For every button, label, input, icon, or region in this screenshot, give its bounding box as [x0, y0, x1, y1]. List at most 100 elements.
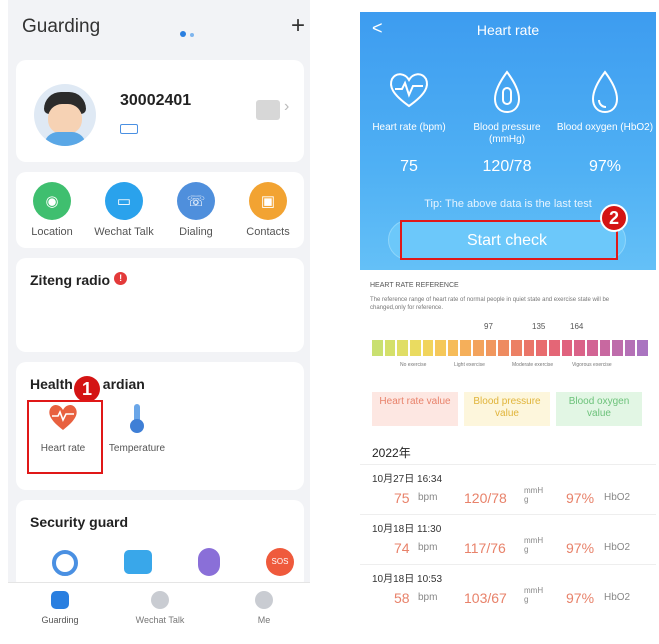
contacts-button[interactable]: ▣ Contacts — [232, 182, 304, 238]
wechat-talk-label: Wechat Talk — [94, 226, 154, 238]
record-ox-unit: HbO2 — [604, 492, 631, 503]
record-blood-oxygen: 97% — [566, 540, 595, 556]
page-indicator — [180, 24, 198, 42]
zone-label: Vigorous exercise — [572, 362, 612, 368]
guarding-screen: Guarding + 30002401 › ◉ Location ▭ Wecha… — [8, 0, 310, 644]
record-row[interactable]: 74 bpm 117/76 mmH g 97% HbO2 — [360, 536, 656, 560]
blood-pressure-metric-label: Blood pressure (mmHg) — [473, 122, 541, 145]
health-title-part2: ardian — [102, 376, 145, 392]
temperature-button[interactable]: Temperature — [102, 402, 172, 454]
health-title-part1: Health — [30, 376, 73, 392]
quick-actions-card: ◉ Location ▭ Wechat Talk ☏ Dialing ▣ Con… — [16, 172, 304, 248]
reference-description: The reference range of heart rate of nor… — [370, 297, 610, 311]
wechat-tab-icon — [151, 591, 169, 609]
radio-card[interactable]: Ziteng radio! — [16, 258, 304, 352]
tab-guarding[interactable]: Guarding — [20, 591, 100, 625]
contacts-label: Contacts — [246, 226, 290, 238]
record-heart-rate: 74 — [394, 540, 410, 556]
health-guardian-card: Health ardian 1 Heart rate Temperature — [16, 362, 304, 490]
heart-rate-metric: Heart rate (bpm) 75 — [360, 70, 458, 176]
record-date: 10月18日 10:53 — [372, 574, 443, 585]
notification-badge: ! — [114, 272, 128, 285]
record-ox-unit: HbO2 — [604, 592, 631, 603]
step-marker-2: 2 — [600, 204, 628, 232]
wechat-talk-button[interactable]: ▭ Wechat Talk — [88, 182, 160, 238]
highlight-box-2 — [400, 220, 618, 260]
zone-label: Moderate exercise — [512, 362, 554, 368]
blood-pressure-metric-value: 120/78 — [482, 158, 532, 175]
tab-guarding-label: Guarding — [41, 615, 79, 625]
phone-icon: ☏ — [177, 182, 215, 220]
qr-card-icon[interactable] — [256, 100, 280, 120]
zone-label: Light exercise — [454, 362, 485, 368]
blood-pressure-icon — [493, 70, 521, 114]
contacts-icon: ▣ — [249, 182, 287, 220]
step-marker-1: 1 — [74, 376, 100, 402]
reference-heading: HEART RATE REFERENCE — [370, 282, 459, 289]
record-bp-unit: mmH g — [524, 586, 544, 604]
blood-oxygen-metric: Blood oxygen (HbO2) 97% — [556, 70, 654, 176]
record-blood-pressure: 120/78 — [464, 490, 507, 506]
me-tab-icon — [255, 591, 273, 609]
sos-icon[interactable]: SOS — [266, 548, 294, 576]
dialing-button[interactable]: ☏ Dialing — [160, 182, 232, 238]
microphone-icon[interactable] — [198, 548, 220, 576]
legend-blood-oxygen: Blood oxygen value — [556, 392, 642, 426]
legend-heart-rate: Heart rate value — [372, 392, 458, 426]
radio-title: Ziteng radio! — [30, 272, 128, 288]
record-blood-oxygen: 97% — [566, 590, 595, 606]
chevron-right-icon[interactable]: › — [284, 98, 289, 116]
tab-wechat-label: Wechat Talk — [135, 615, 185, 625]
tab-bar: Guarding Wechat Talk Me — [8, 582, 310, 644]
record-bp-unit: mmH g — [524, 486, 544, 504]
camera-icon[interactable] — [124, 550, 152, 574]
reference-tick: 135 — [532, 322, 546, 331]
record-hr-unit: bpm — [418, 592, 438, 603]
guarding-tab-icon — [51, 591, 69, 609]
radio-title-text: Ziteng radio — [30, 272, 111, 288]
heart-outline-icon — [390, 73, 428, 108]
record-date: 10月18日 11:30 — [372, 524, 442, 535]
guarding-header: Guarding + — [8, 0, 310, 56]
location-button[interactable]: ◉ Location — [16, 182, 88, 238]
heart-rate-metric-label: Heart rate (bpm) — [372, 122, 446, 133]
location-icon: ◉ — [33, 182, 71, 220]
security-guard-title: Security guard — [30, 514, 129, 530]
thermometer-icon — [130, 404, 144, 433]
record-row[interactable]: 75 bpm 120/78 mmH g 97% HbO2 — [360, 486, 656, 510]
record-blood-oxygen: 97% — [566, 490, 595, 506]
add-icon[interactable]: + — [291, 12, 305, 40]
reference-tick: 97 — [484, 322, 493, 331]
record-date: 10月27日 16:34 — [372, 474, 443, 485]
record-row[interactable]: 58 bpm 103/67 mmH g 97% HbO2 — [360, 586, 656, 610]
dialing-label: Dialing — [179, 226, 213, 238]
location-label: Location — [31, 226, 73, 238]
record-blood-pressure: 117/76 — [464, 540, 506, 556]
blood-oxygen-metric-label: Blood oxygen (HbO2) — [556, 122, 654, 133]
page-title: Guarding — [22, 16, 101, 37]
heart-rate-reference: HEART RATE REFERENCE The reference range… — [360, 270, 656, 390]
blood-pressure-metric: Blood pressure (mmHg) 120/78 — [458, 70, 556, 176]
record-ox-unit: HbO2 — [604, 542, 631, 553]
chat-icon: ▭ — [105, 182, 143, 220]
heart-rate-metric-value: 75 — [400, 158, 418, 175]
tracking-icon[interactable] — [52, 550, 78, 576]
zone-label: No exercise — [400, 362, 427, 368]
record-hr-unit: bpm — [418, 542, 438, 553]
droplet-icon — [591, 70, 619, 114]
blood-oxygen-metric-value: 97% — [588, 158, 622, 175]
tab-wechat-talk[interactable]: Wechat Talk — [120, 591, 200, 625]
temperature-label: Temperature — [108, 443, 166, 454]
heart-rate-header-panel: < Heart rate Heart rate (bpm) 75 Blood p… — [360, 12, 656, 270]
heart-rate-screen: < Heart rate Heart rate (bpm) 75 Blood p… — [360, 12, 656, 610]
reference-tick: 164 — [570, 322, 584, 331]
security-guard-card: Security guard SOS — [16, 500, 304, 590]
highlight-box-1 — [27, 400, 103, 474]
device-card[interactable]: 30002401 › — [16, 60, 304, 162]
legend-blood-pressure: Blood pressure value — [464, 392, 550, 426]
year-heading: 2022年 — [372, 446, 411, 460]
record-heart-rate: 58 — [394, 590, 410, 606]
record-heart-rate: 75 — [394, 490, 410, 506]
record-bp-unit: mmH g — [524, 536, 544, 554]
tab-me[interactable]: Me — [224, 591, 304, 625]
